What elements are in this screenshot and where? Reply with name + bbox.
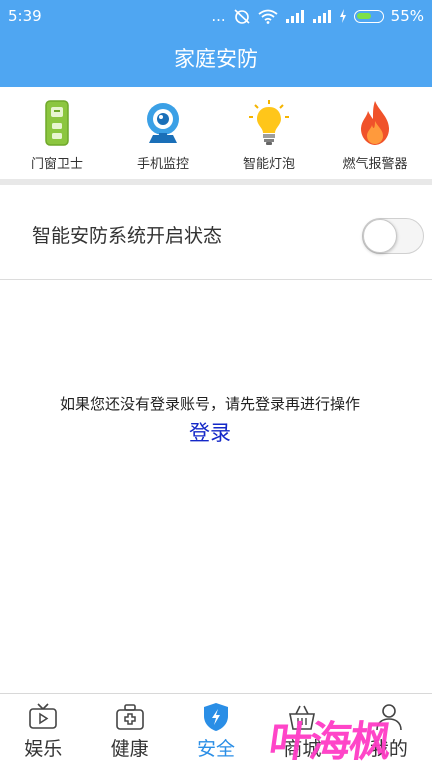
camera-icon bbox=[147, 103, 179, 143]
login-notice: 如果您还没有登录账号，请先登录再进行操作 bbox=[59, 395, 360, 413]
feature-door-window[interactable]: 门窗卫士 bbox=[7, 87, 107, 179]
toggle-knob bbox=[363, 219, 397, 253]
tab-health[interactable]: 健康 bbox=[86, 694, 172, 768]
tv-icon bbox=[29, 703, 58, 729]
page-title: 家庭安防 bbox=[0, 32, 432, 87]
status-icons: ... 55% bbox=[211, 7, 424, 25]
feature-phone-monitor[interactable]: 手机监控 bbox=[113, 87, 213, 179]
signal-1-icon bbox=[285, 10, 304, 23]
feature-label: 智能灯泡 bbox=[242, 157, 295, 172]
status-time: 5:39 bbox=[8, 7, 42, 25]
tab-entertainment[interactable]: 娱乐 bbox=[0, 694, 86, 768]
tab-label: 健康 bbox=[110, 738, 149, 760]
battery-icon bbox=[353, 9, 384, 23]
feature-gas-alarm[interactable]: 燃气报警器 bbox=[325, 87, 425, 179]
tab-label: 娱乐 bbox=[24, 738, 63, 760]
shield-icon bbox=[204, 703, 229, 731]
feature-label: 手机监控 bbox=[136, 157, 189, 172]
status-bar: 5:39 ... 55% bbox=[0, 0, 432, 32]
feature-row: 门窗卫士 手机监控 智能灯泡 燃气报警器 bbox=[0, 87, 432, 179]
feature-smart-bulb[interactable]: 智能灯泡 bbox=[219, 87, 319, 179]
feature-label: 门窗卫士 bbox=[30, 157, 83, 172]
login-link[interactable]: 登录 bbox=[0, 417, 420, 447]
watermark: 叶海枫 bbox=[266, 717, 394, 766]
lightbulb-icon bbox=[249, 100, 289, 145]
feature-label: 燃气报警器 bbox=[342, 157, 408, 172]
signal-2-icon bbox=[312, 10, 331, 23]
tab-security[interactable]: 安全 bbox=[173, 694, 259, 768]
medical-kit-icon bbox=[115, 704, 144, 730]
tab-label: 安全 bbox=[197, 738, 236, 760]
alarm-off-icon bbox=[234, 9, 250, 24]
charging-icon bbox=[339, 9, 346, 23]
flame-icon bbox=[361, 101, 389, 145]
door-window-sensor-icon bbox=[45, 100, 69, 146]
security-status-label: 智能安防系统开启状态 bbox=[32, 225, 223, 247]
more-dots: ... bbox=[211, 7, 226, 25]
battery-percent: 55% bbox=[390, 7, 424, 25]
wifi-icon bbox=[258, 9, 278, 24]
